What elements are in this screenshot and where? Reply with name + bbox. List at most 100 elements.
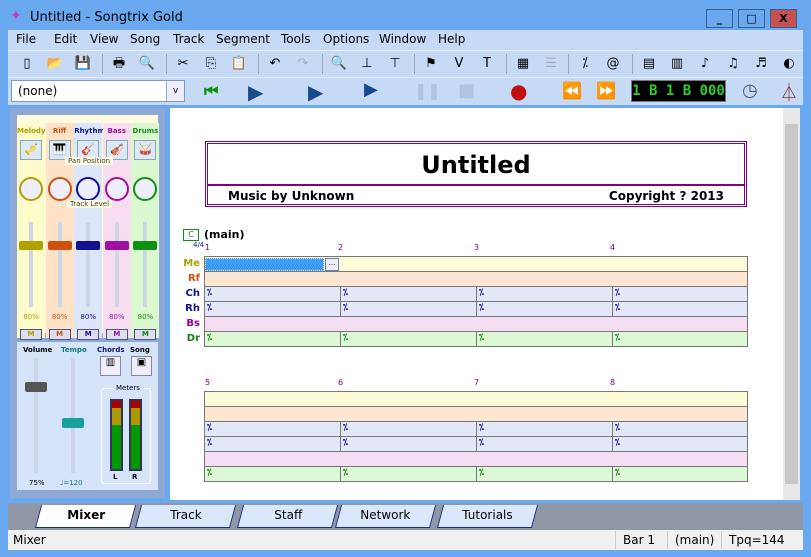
level-fader[interactable] [114, 222, 119, 307]
rewind-to-start-icon[interactable]: ⏮ [204, 81, 218, 101]
repeat-mark[interactable]: ⁒ [343, 333, 348, 343]
style-select[interactable]: (none) v [11, 80, 185, 102]
repeat-mark[interactable]: ⁒ [479, 423, 484, 433]
level-fader-thumb[interactable] [133, 241, 158, 250]
tab-track[interactable]: Track [134, 505, 237, 528]
menu-file[interactable]: File [16, 32, 36, 46]
tab-network[interactable]: Network [334, 505, 437, 528]
tab-staff[interactable]: Staff [236, 505, 339, 528]
notes-alt-icon[interactable]: ♫ [724, 55, 742, 73]
pan-knob[interactable] [19, 177, 43, 201]
level-fader[interactable] [29, 222, 33, 307]
repeat-mark[interactable]: ⁒ [343, 438, 348, 448]
song-title-box[interactable]: Untitled Music by Unknown Copyright ? 20… [205, 141, 747, 207]
paste-icon[interactable]: 📋 [230, 55, 248, 73]
menu-song[interactable]: Song [130, 32, 160, 46]
menu-window[interactable]: Window [379, 32, 426, 46]
track-row-bs[interactable] [204, 452, 748, 467]
repeat-mark[interactable]: ⁒ [207, 333, 212, 343]
level-fader-thumb[interactable] [47, 241, 72, 250]
menu-track[interactable]: Track [173, 32, 204, 46]
tempo-slider[interactable] [71, 358, 75, 473]
transpose-icon[interactable]: T [478, 55, 496, 73]
new-icon[interactable]: ▯ [18, 55, 36, 73]
repeat-mark[interactable]: ⁒ [615, 423, 620, 433]
grid-icon[interactable]: ▦ [514, 55, 532, 73]
close-button[interactable]: X [770, 9, 797, 28]
fast-rewind-icon[interactable]: ⏪ [562, 81, 582, 100]
metronome-icon[interactable]: ⏃ [780, 79, 798, 105]
menu-help[interactable]: Help [438, 32, 465, 46]
track-row-bs[interactable] [204, 317, 748, 332]
repeat-mark[interactable]: ⁒ [615, 333, 620, 343]
repeat-mark[interactable]: ⁒ [343, 423, 348, 433]
repeat-mark[interactable]: ⁒ [615, 468, 620, 478]
pan-knob[interactable] [133, 177, 158, 201]
repeat-mark[interactable]: ⁒ [615, 438, 620, 448]
at-icon[interactable]: @ [604, 55, 622, 73]
repeat-mark[interactable]: ⁒ [207, 303, 212, 313]
mute-button[interactable]: M [48, 329, 71, 340]
pan-knob[interactable] [47, 177, 72, 201]
track-row-rf[interactable] [204, 272, 748, 287]
copy-icon[interactable]: ⎘ [202, 55, 220, 73]
repeat-mark[interactable]: ⁒ [479, 468, 484, 478]
melody-instrument-button[interactable]: 🎺 [20, 140, 42, 160]
clock-icon[interactable]: ◷ [742, 80, 758, 101]
menu-options[interactable]: Options [323, 32, 369, 46]
repeat-mark[interactable]: ⁒ [207, 468, 212, 478]
track-row-rf[interactable] [204, 407, 748, 422]
repeat-mark[interactable]: ⁒ [479, 303, 484, 313]
menu-edit[interactable]: Edit [54, 32, 77, 46]
list-icon[interactable]: ☰ [542, 55, 560, 73]
song-button[interactable]: ▣ [131, 356, 152, 376]
track-view-icon[interactable]: ▤ [640, 55, 658, 73]
segment-key-marker[interactable]: C [183, 229, 199, 241]
network-icon[interactable]: ◐ [780, 55, 798, 73]
repeat-mark[interactable]: ⁒ [479, 333, 484, 343]
join-icon[interactable]: ⊤ [386, 55, 404, 73]
menu-segment[interactable]: Segment [216, 32, 270, 46]
pan-knob[interactable] [76, 177, 101, 201]
repeat-mark[interactable]: ⁒ [479, 438, 484, 448]
play-icon[interactable]: ▶ [248, 80, 263, 104]
level-fader-thumb[interactable] [104, 241, 129, 250]
repeat-mark[interactable]: ⁒ [343, 303, 348, 313]
tab-tutorials[interactable]: Tutorials [436, 505, 539, 528]
volume-slider-thumb[interactable] [25, 382, 47, 392]
mute-button[interactable]: M [77, 329, 100, 340]
stop-icon[interactable]: ■ [458, 80, 475, 101]
selected-segment[interactable] [205, 258, 324, 271]
more-button[interactable]: ... [325, 258, 339, 271]
keyboard-icon[interactable]: ▥ [668, 55, 686, 73]
repeat-icon[interactable]: ⁒ [576, 55, 594, 73]
chevron-down-icon[interactable]: v [166, 81, 184, 101]
menu-view[interactable]: View [90, 32, 118, 46]
repeat-mark[interactable]: ⁒ [615, 303, 620, 313]
mute-button[interactable]: M [134, 329, 157, 340]
chords-button[interactable]: ▥ [100, 356, 121, 376]
play-loop-icon[interactable]: ▶ [308, 80, 323, 104]
level-fader-thumb[interactable] [76, 241, 101, 250]
record-icon[interactable]: ● [510, 79, 527, 103]
mute-button[interactable]: M [20, 329, 42, 340]
vertical-scrollbar[interactable] [783, 108, 800, 500]
repeat-mark[interactable]: ⁒ [343, 288, 348, 298]
tab-mixer[interactable]: Mixer [34, 505, 137, 528]
tempo-slider-thumb[interactable] [62, 418, 84, 428]
cut-icon[interactable]: ✂ [174, 55, 192, 73]
redo-icon[interactable]: ↷ [294, 55, 312, 73]
repeat-mark[interactable]: ⁒ [615, 288, 620, 298]
repeat-mark[interactable]: ⁒ [207, 438, 212, 448]
minimize-button[interactable]: _ [706, 9, 733, 28]
repeat-mark[interactable]: ⁒ [207, 423, 212, 433]
split-icon[interactable]: ⊥ [358, 55, 376, 73]
mute-button[interactable]: M [105, 329, 128, 340]
marker-flag-icon[interactable]: ⚑ [422, 55, 440, 73]
track-row-me[interactable] [204, 392, 748, 407]
repeat-mark[interactable]: ⁒ [479, 288, 484, 298]
maximize-button[interactable]: □ [738, 9, 765, 28]
volume-slider[interactable] [34, 358, 38, 473]
repeat-mark[interactable]: ⁒ [343, 468, 348, 478]
velocity-icon[interactable]: V [450, 55, 468, 73]
